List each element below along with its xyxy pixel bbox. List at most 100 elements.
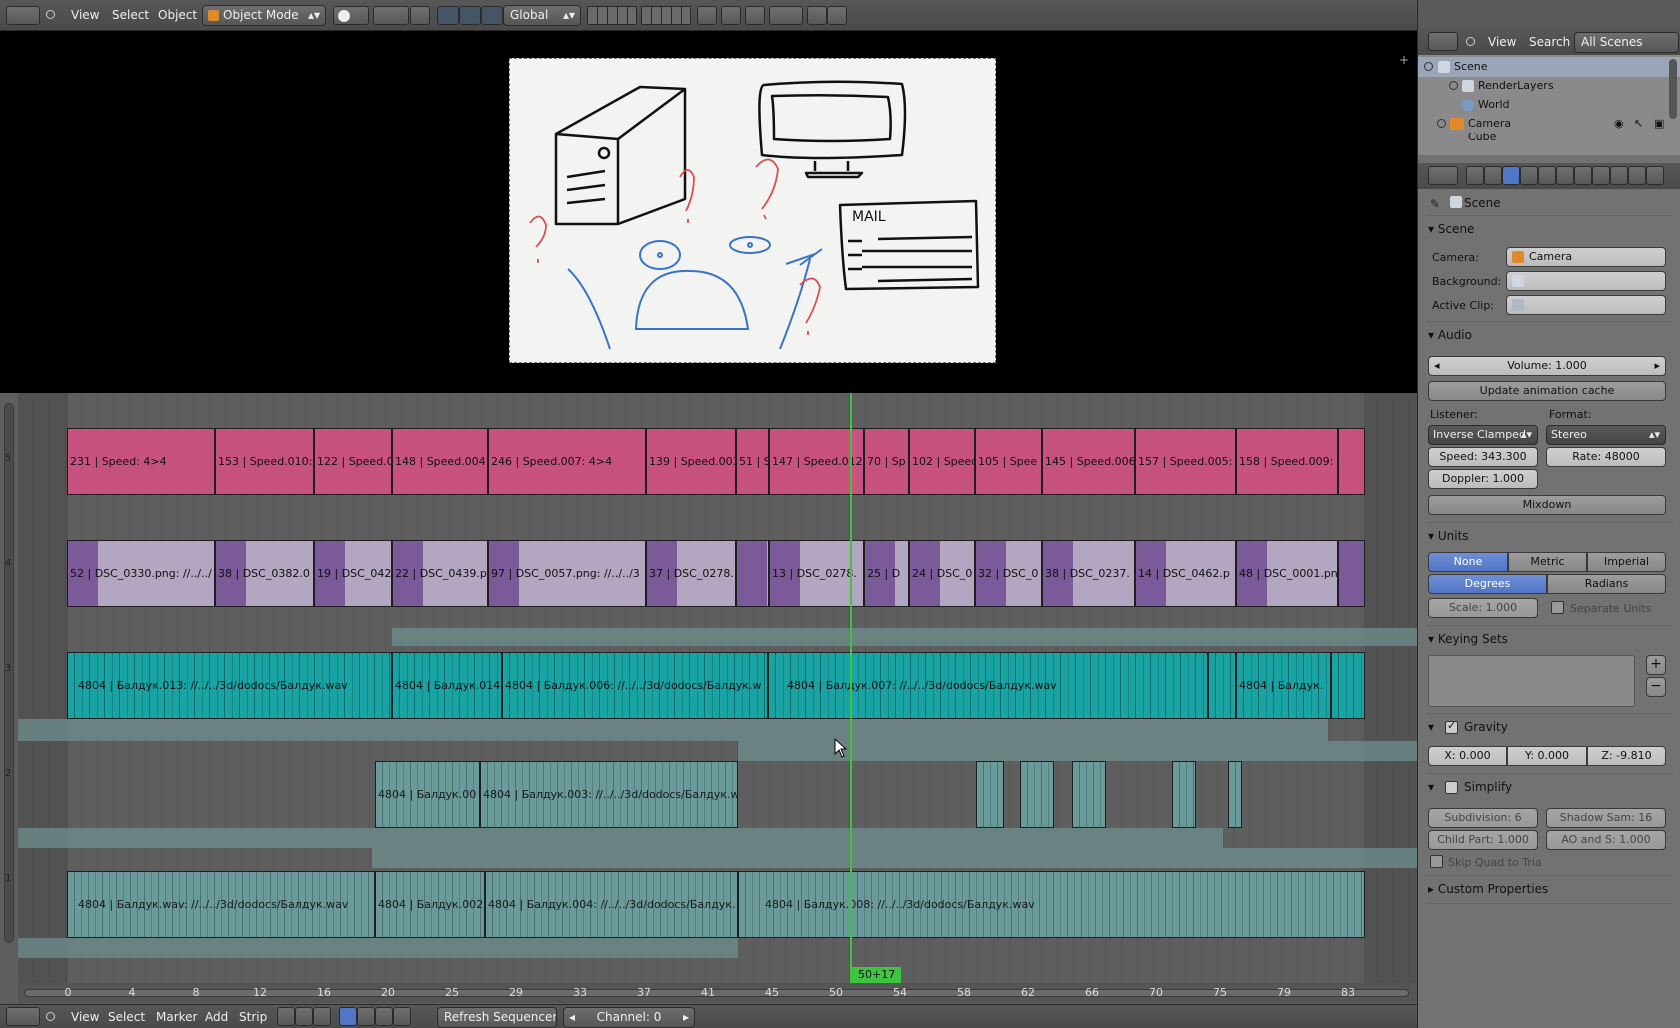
sound-strip[interactable]: 4804 | Балдук.014 xyxy=(392,652,502,719)
outliner-item-world[interactable]: World xyxy=(1418,95,1680,115)
mode-selector[interactable]: Object Mode ▴▾ xyxy=(202,5,326,26)
material-tab-icon[interactable] xyxy=(1610,166,1628,185)
selectable-cursor-icon[interactable]: ↖ xyxy=(1634,114,1643,134)
editor-type-icon[interactable] xyxy=(6,1007,40,1026)
effect-strip[interactable]: 139 | Speed.003: xyxy=(646,428,736,495)
collapse-menu-icon[interactable] xyxy=(46,10,55,19)
effect-strip[interactable]: 157 | Speed.005: xyxy=(1135,428,1236,495)
menu-select[interactable]: Select xyxy=(108,1010,145,1024)
units-imperial-button[interactable]: Imperial xyxy=(1587,552,1666,572)
keying-sets-list[interactable] xyxy=(1428,655,1635,707)
panel-scene-title[interactable]: ▾ Scene xyxy=(1428,222,1474,236)
snap-toggle-icon[interactable] xyxy=(745,6,765,25)
panel-units-title[interactable]: ▾ Units xyxy=(1428,529,1469,543)
image-strip[interactable]: 19 | DSC_042 xyxy=(314,540,392,607)
rotation-radians-button[interactable]: Radians xyxy=(1547,574,1666,594)
format-dropdown[interactable]: Stereo ▴▾ xyxy=(1546,425,1666,445)
channel-field[interactable]: ◂ Channel: 0 ▸ xyxy=(563,1007,695,1028)
effect-strip[interactable]: 153 | Speed.010: 4 xyxy=(215,428,314,495)
renderable-camera-icon[interactable]: ▣ xyxy=(1654,114,1664,134)
decrement-arrow-icon[interactable]: ◂ xyxy=(1434,357,1440,375)
texture-tab-icon[interactable] xyxy=(1628,166,1646,185)
effect-strip[interactable]: 158 | Speed.009: xyxy=(1236,428,1338,495)
layer-lock-icon[interactable] xyxy=(697,6,717,25)
outliner-tree[interactable]: Scene RenderLayers World Camera ◉ ↖ ▣ Cu… xyxy=(1418,55,1680,155)
image-strip[interactable]: 32 | DSC_0 xyxy=(975,540,1042,607)
update-animation-cache-button[interactable]: Update animation cache xyxy=(1428,381,1666,401)
render-animation-icon[interactable] xyxy=(827,6,847,25)
display-mode-histogram-icon[interactable] xyxy=(393,1007,411,1026)
listener-dropdown[interactable]: Inverse Clamped ▴▾ xyxy=(1428,425,1538,445)
display-mode-vectorscope-icon[interactable] xyxy=(375,1007,393,1026)
particles-tab-icon[interactable] xyxy=(1646,166,1664,185)
panel-gravity-title[interactable]: ▾ xyxy=(1428,720,1434,734)
outliner-item-scene[interactable]: Scene xyxy=(1418,57,1680,77)
sound-strip[interactable] xyxy=(1172,761,1196,828)
effect-strip[interactable]: 102 | Speed.0 xyxy=(909,428,975,495)
render-layers-tab-icon[interactable] xyxy=(1484,166,1502,185)
pivot-selector[interactable] xyxy=(373,6,409,25)
image-strip[interactable]: 38 | DSC_0382.0 xyxy=(215,540,314,607)
sound-strip[interactable]: 4804 | Балдук.008: //../../3d/dodocs/Бал… xyxy=(738,871,1365,938)
gravity-checkbox[interactable]: ✓ xyxy=(1445,719,1458,734)
unit-scale-field[interactable]: Scale: 1.000 xyxy=(1428,598,1538,618)
add-keying-set-button[interactable]: + xyxy=(1646,655,1666,675)
outliner-item-camera[interactable]: Camera ◉ ↖ ▣ xyxy=(1418,114,1680,134)
collapse-menu-icon[interactable] xyxy=(1466,37,1475,46)
object-tab-icon[interactable] xyxy=(1538,166,1556,185)
image-strip[interactable]: 25 | D xyxy=(864,540,909,607)
shading-selector[interactable] xyxy=(333,6,369,25)
decrement-arrow-icon[interactable]: ◂ xyxy=(569,1008,575,1027)
modifiers-tab-icon[interactable] xyxy=(1574,166,1592,185)
rotation-degrees-button[interactable]: Degrees xyxy=(1428,574,1547,594)
increment-arrow-icon[interactable]: ▸ xyxy=(683,1008,689,1027)
panel-simplify-title[interactable]: ▾ xyxy=(1428,780,1434,794)
scene-tab-icon[interactable] xyxy=(1502,166,1520,185)
layer-buttons-b[interactable] xyxy=(641,6,691,25)
expand-toggle-icon[interactable] xyxy=(1449,81,1458,90)
image-strip[interactable]: 37 | DSC_0278. xyxy=(646,540,736,607)
child-particles-field[interactable]: Child Part: 1.000 xyxy=(1428,830,1538,850)
outliner-scrollbar[interactable] xyxy=(1669,59,1677,119)
effect-strip[interactable]: 105 | Spee xyxy=(975,428,1042,495)
sound-strip[interactable]: 4804 | Балдук.013: //../../3d/dodocs/Бал… xyxy=(67,652,392,719)
outliner-item-renderlayers[interactable]: RenderLayers xyxy=(1418,76,1680,96)
image-strip[interactable]: 22 | DSC_0439.p xyxy=(392,540,488,607)
effect-strip[interactable]: 148 | Speed.004: xyxy=(392,428,488,495)
subdivision-field[interactable]: Subdivision: 6 xyxy=(1428,808,1538,828)
sound-strip[interactable] xyxy=(1331,652,1365,719)
snap-element-selector[interactable] xyxy=(769,6,803,25)
plus-icon[interactable]: + xyxy=(1399,53,1409,67)
menu-strip[interactable]: Strip xyxy=(239,1010,267,1024)
menu-object[interactable]: Object xyxy=(158,8,197,22)
remove-keying-set-button[interactable]: − xyxy=(1646,677,1666,697)
constraints-tab-icon[interactable] xyxy=(1556,166,1574,185)
effect-strip[interactable]: 231 | Speed: 4>4 xyxy=(67,428,215,495)
image-strip[interactable]: 14 | DSC_0462.p xyxy=(1135,540,1236,607)
video-sequence-editor[interactable]: 5 4 3 2 1 231 | Speed: 4>4 153 | Speed.0… xyxy=(0,393,1417,1004)
separate-units-checkbox[interactable] xyxy=(1551,601,1564,614)
image-strip[interactable]: 38 | DSC_0237. xyxy=(1042,540,1135,607)
effect-strip[interactable]: 145 | Speed.006 xyxy=(1042,428,1135,495)
proportional-edit-icon[interactable] xyxy=(721,6,741,25)
outliner-item-cube[interactable]: Cube xyxy=(1418,133,1680,143)
effect-strip[interactable]: 51 | Sp xyxy=(736,428,769,495)
editor-type-icon[interactable] xyxy=(1428,32,1458,51)
camera-field[interactable]: Camera xyxy=(1506,247,1666,267)
frame-ruler[interactable]: 0 4 8 12 16 20 25 29 33 37 41 45 50 54 5… xyxy=(18,983,1417,1003)
gravity-y-field[interactable]: Y: 0.000 xyxy=(1507,746,1587,766)
visibility-eye-icon[interactable]: ◉ xyxy=(1614,114,1624,134)
rotate-manipulator-icon[interactable] xyxy=(459,6,481,25)
speed-of-sound-field[interactable]: Speed: 343.300 xyxy=(1428,447,1538,467)
active-clip-field[interactable] xyxy=(1506,295,1666,315)
editor-type-icon[interactable] xyxy=(1428,166,1458,185)
view-type-both-icon[interactable] xyxy=(313,1007,331,1026)
image-strip[interactable]: 52 | DSC_0330.png: //../../ xyxy=(67,540,215,607)
sequencer-preview[interactable]: MAIL + xyxy=(0,31,1417,393)
doppler-field[interactable]: Doppler: 1.000 xyxy=(1428,469,1538,489)
sound-strip[interactable]: 4804 | Балдук. xyxy=(1236,652,1331,719)
horizontal-scrollbar[interactable] xyxy=(24,989,1409,997)
display-mode-waveform-icon[interactable] xyxy=(357,1007,375,1026)
sound-strip[interactable]: 4804 | Балдук.00 xyxy=(375,761,480,828)
expand-toggle-icon[interactable] xyxy=(1437,119,1446,128)
